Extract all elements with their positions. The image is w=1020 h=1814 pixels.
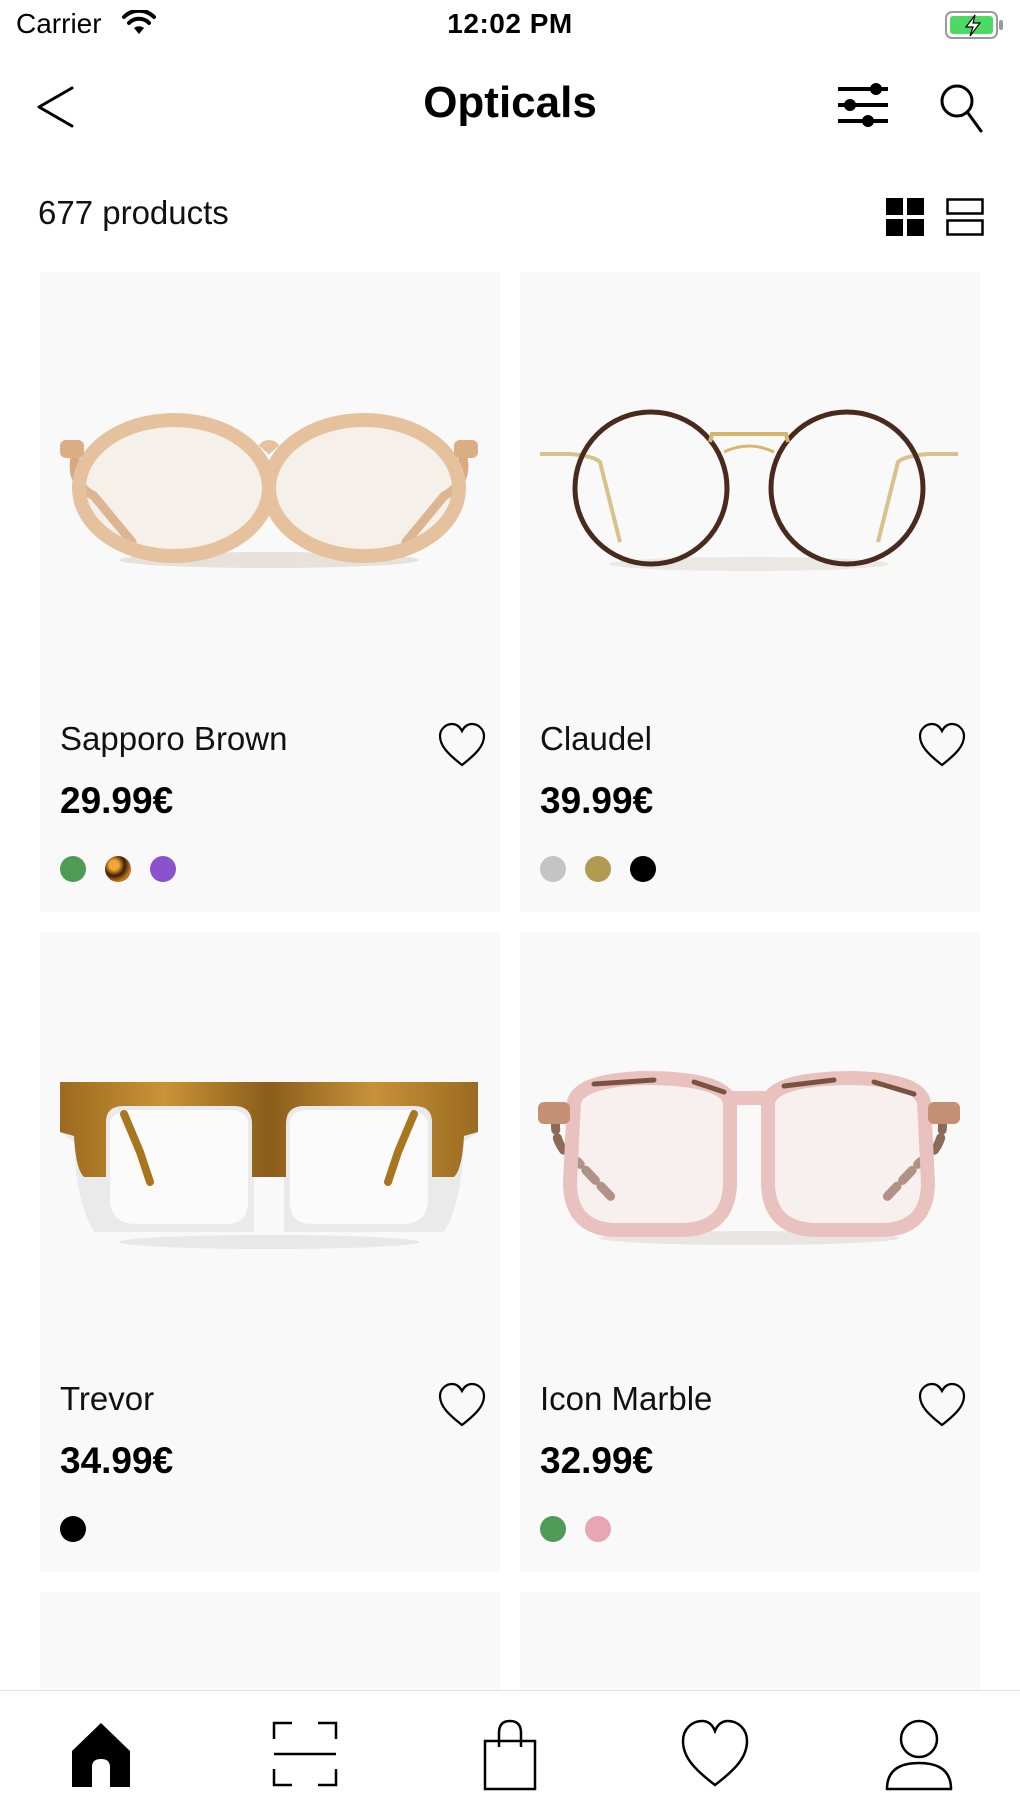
results-toolbar: 677 products: [0, 188, 1020, 240]
glasses-image: [538, 1070, 960, 1245]
battery-icon: [945, 11, 1003, 39]
sliders-icon[interactable]: [836, 80, 890, 130]
status-bar: Carrier 12:02 PM: [0, 0, 1020, 52]
home-icon[interactable]: [66, 1717, 136, 1791]
color-swatches: [60, 856, 176, 882]
nav-bar: Opticals: [0, 60, 1020, 152]
product-price: 39.99€: [540, 780, 654, 821]
color-swatch[interactable]: [60, 1516, 86, 1542]
product-name: Icon Marble: [540, 1380, 713, 1417]
glasses-image: [540, 409, 958, 571]
list-view-icon[interactable]: [946, 198, 984, 236]
heart-icon[interactable]: [918, 722, 966, 768]
clock: 12:02 PM: [447, 8, 573, 39]
heart-icon[interactable]: [438, 1382, 486, 1428]
product-card[interactable]: Icon Marble 32.99€: [520, 932, 980, 1572]
color-swatch[interactable]: [585, 856, 611, 882]
color-swatch[interactable]: [150, 856, 176, 882]
product-price: 34.99€: [60, 1440, 174, 1481]
heart-icon[interactable]: [438, 722, 486, 768]
favorites-icon[interactable]: [680, 1717, 750, 1791]
search-icon[interactable]: [938, 82, 984, 134]
product-name: Claudel: [540, 720, 652, 757]
bag-icon[interactable]: [475, 1717, 545, 1791]
product-card[interactable]: Claudel 39.99€: [520, 272, 980, 912]
color-swatch[interactable]: [540, 856, 566, 882]
product-name: Trevor: [60, 1380, 155, 1417]
product-price: 29.99€: [60, 780, 174, 821]
product-card[interactable]: Trevor 34.99€: [40, 932, 500, 1572]
color-swatch[interactable]: [105, 856, 131, 882]
color-swatches: [540, 856, 656, 882]
profile-icon[interactable]: [884, 1717, 954, 1791]
product-card[interactable]: [40, 1592, 500, 1702]
product-price: 32.99€: [540, 1440, 654, 1481]
scan-icon[interactable]: [270, 1717, 340, 1791]
color-swatch[interactable]: [585, 1516, 611, 1542]
color-swatch[interactable]: [630, 856, 656, 882]
grid-view-icon[interactable]: [886, 198, 924, 236]
color-swatch[interactable]: [60, 856, 86, 882]
color-swatches: [60, 1516, 86, 1542]
product-name: Sapporo Brown: [60, 720, 288, 757]
glasses-image: [60, 1082, 478, 1249]
heart-icon[interactable]: [918, 1382, 966, 1428]
tab-bar: [0, 1690, 1020, 1814]
product-card[interactable]: Sapporo Brown 29.99€: [40, 272, 500, 912]
product-count: 677 products: [38, 194, 229, 231]
product-card[interactable]: [520, 1592, 980, 1702]
color-swatch[interactable]: [540, 1516, 566, 1542]
color-swatches: [540, 1516, 611, 1542]
glasses-image: [60, 413, 478, 568]
